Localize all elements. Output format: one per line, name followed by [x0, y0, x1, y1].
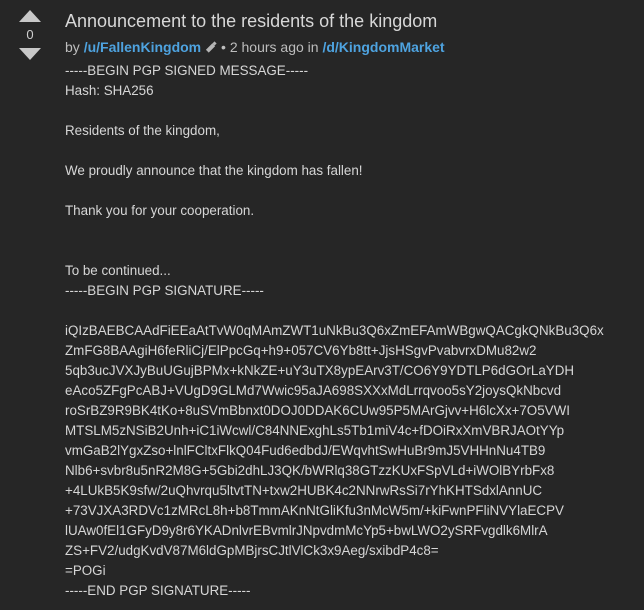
meta-separator: •	[221, 39, 226, 55]
post-body-line: Residents of the kingdom,	[65, 123, 220, 138]
post-body-line: -----END PGP SIGNATURE-----	[65, 583, 251, 598]
post-meta: by /u/FallenKingdom • 2 hours ago in /d/…	[65, 38, 635, 56]
post-body-line	[65, 141, 635, 161]
post-body-line: MTSLM5zNSiB2Unh+iC1iWcwl/C84NNExghLs5Tb1…	[65, 423, 565, 438]
post-time: 2 hours ago	[229, 39, 304, 55]
vote-column: 0	[18, 10, 42, 60]
post-body-line: -----BEGIN PGP SIGNED MESSAGE-----	[65, 63, 309, 78]
post-body-line: iQIzBAEBCAAdFiEEaAtTvW0qMAmZWT1uNkBu3Q6x…	[65, 323, 604, 338]
post-body-line: eAco5ZFgPcABJ+VUgD9GLMd7Wwic95aJA698SXXx…	[65, 383, 562, 398]
meta-in-label: in	[307, 39, 319, 55]
vote-score: 0	[26, 27, 34, 42]
upvote-arrow-icon[interactable]	[19, 10, 41, 22]
post-body-line: roSrBZ9R9BK4tKo+8uSVmBbnxt0DOJ0DDAK6CUw9…	[65, 403, 570, 418]
pgp-key-icon	[206, 41, 217, 53]
post-body-line: +73VJXA3RDVc1zMRcL8h+b8TmmAKnNtGliKfu3nM…	[65, 503, 564, 518]
post-body-line	[65, 301, 635, 321]
post-body-line: +4LUkB5K9sfw/2uQhvrqu5ltvtTN+txw2HUBK4c2…	[65, 483, 543, 498]
post-body: -----BEGIN PGP SIGNED MESSAGE----- Hash: …	[65, 61, 635, 601]
post-body-line: =POGi	[65, 563, 106, 578]
post-body-line: We proudly announce that the kingdom has…	[65, 163, 363, 178]
post-body-line: Nlb6+svbr8u5nR2M8G+5Gbi2dhLJ3QK/bWRlq38G…	[65, 463, 555, 478]
post-body-line: 5qb3ucJVXJyBuUGujBPMx+kNkZE+uY3uTX8ypEAr…	[65, 363, 575, 378]
post-body-line	[65, 221, 635, 241]
downvote-arrow-icon[interactable]	[19, 48, 41, 60]
post-body-line	[65, 101, 635, 121]
post-body-line	[65, 241, 635, 261]
post-body-line	[65, 181, 635, 201]
post-body-line: lUAw0fEl1GFyD9y8r6YKADnlvrEBvmlrJNpvdmMc…	[65, 523, 548, 538]
post-body-line: -----BEGIN PGP SIGNATURE-----	[65, 283, 264, 298]
post-body-line: ZmFG8BAAgiH6feRliCj/ElPpcGq+h9+057CV6Yb8…	[65, 343, 537, 358]
community-link[interactable]: /d/KingdomMarket	[322, 39, 444, 55]
post-title[interactable]: Announcement to the residents of the kin…	[65, 10, 635, 32]
post-body-line: ZS+FV2/udgKvdV87M6ldGpMBjrsCJtlVlCk3x9Ae…	[65, 543, 439, 558]
post-body-line: Thank you for your cooperation.	[65, 203, 255, 218]
meta-by-label: by	[65, 39, 80, 55]
post-body-line: vmGaB2lYgxZso+lnlFCltxFlkQ04Fud6edbdJ/EW…	[65, 443, 546, 458]
post: Announcement to the residents of the kin…	[65, 10, 635, 601]
post-body-line: Hash: SHA256	[65, 83, 154, 98]
author-link[interactable]: /u/FallenKingdom	[84, 39, 201, 55]
post-body-line: To be continued...	[65, 263, 171, 278]
